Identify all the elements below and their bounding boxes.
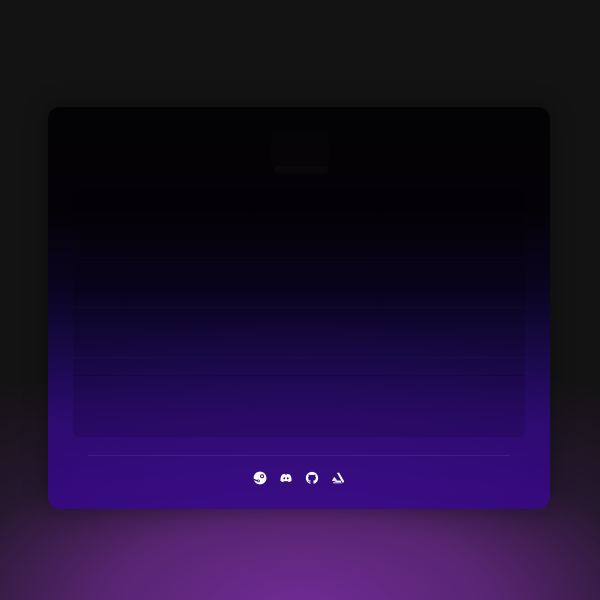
content-row <box>73 357 525 358</box>
github-link[interactable] <box>305 471 319 485</box>
github-icon <box>305 471 319 485</box>
artstation-icon <box>331 471 345 485</box>
content-row <box>73 375 525 376</box>
artstation-link[interactable] <box>331 471 345 485</box>
steam-icon <box>253 471 267 485</box>
content-row <box>73 257 525 258</box>
social-links <box>48 471 550 489</box>
content-row <box>73 307 525 308</box>
main-card <box>48 107 550 509</box>
subtitle-placeholder <box>274 166 328 174</box>
steam-link[interactable] <box>253 471 267 485</box>
discord-icon <box>279 471 293 485</box>
discord-link[interactable] <box>279 471 293 485</box>
content-panel <box>73 189 525 437</box>
footer-divider <box>88 455 510 456</box>
